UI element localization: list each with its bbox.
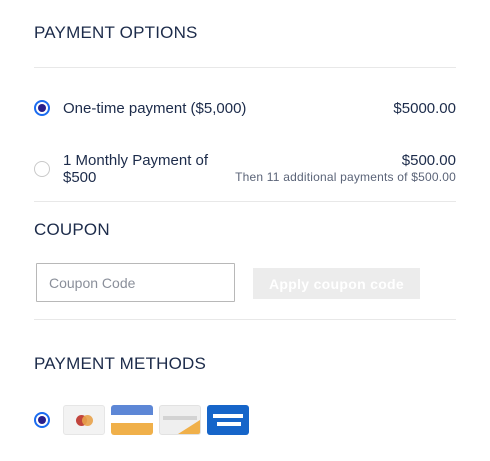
monthly-note: Then 11 additional payments of $500.00 xyxy=(235,170,456,184)
radio-monthly[interactable] xyxy=(34,161,50,177)
apply-coupon-button[interactable]: Apply coupon code xyxy=(253,268,420,299)
visa-stripe-blue xyxy=(111,405,153,415)
visa-stripe-gold xyxy=(111,423,153,435)
bank-card-icon xyxy=(207,405,249,435)
one-time-label: One-time payment ($5,000) xyxy=(63,100,247,117)
one-time-price-block: $5000.00 xyxy=(393,97,456,117)
payment-option-one-time[interactable]: One-time payment ($5,000) $5000.00 xyxy=(34,97,456,117)
visa-card-icon xyxy=(111,405,153,435)
one-time-price: $5000.00 xyxy=(393,100,456,117)
divider xyxy=(34,67,456,68)
monthly-price: $500.00 xyxy=(401,152,456,169)
payment-options-title: PAYMENT OPTIONS xyxy=(34,23,198,42)
divider xyxy=(34,319,456,320)
mastercard-icon xyxy=(63,405,105,435)
coupon-code-input[interactable] xyxy=(36,263,235,302)
monthly-label: 1 Monthly Payment of $500 xyxy=(63,152,209,186)
bank-line-bottom xyxy=(217,422,241,426)
coupon-title: COUPON xyxy=(34,220,110,239)
mastercard-circle-orange xyxy=(82,415,93,426)
amex-card-icon xyxy=(159,405,201,435)
payment-methods-title: PAYMENT METHODS xyxy=(34,354,207,373)
divider xyxy=(34,201,456,202)
bank-line-top xyxy=(213,414,243,418)
amex-corner xyxy=(178,420,200,434)
radio-card-method[interactable] xyxy=(34,412,50,428)
monthly-price-block: $500.00 Then 11 additional payments of $… xyxy=(235,152,456,184)
radio-one-time[interactable] xyxy=(34,100,50,116)
payment-method-cards[interactable] xyxy=(34,405,249,435)
payment-option-monthly[interactable]: 1 Monthly Payment of $500 $500.00 Then 1… xyxy=(34,152,456,186)
